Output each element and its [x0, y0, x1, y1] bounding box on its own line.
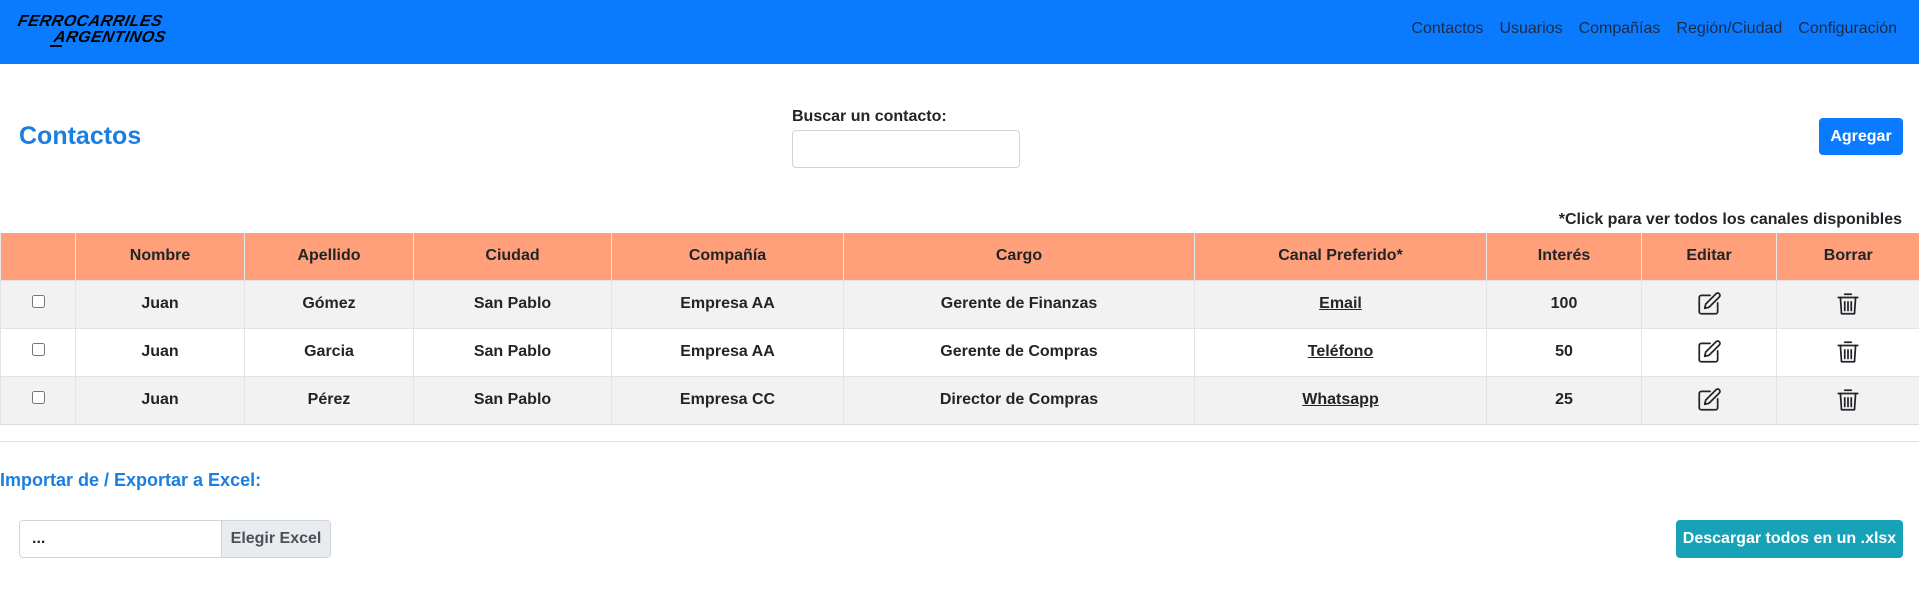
table-header-row: Nombre Apellido Ciudad Compañía Cargo Ca…: [0, 233, 1919, 280]
cell-compania: Empresa AA: [611, 327, 844, 376]
cell-ciudad: San Pablo: [413, 279, 612, 328]
navbar: FERROCARRILES ARGENTINOS Contactos Usuar…: [0, 0, 1919, 64]
trash-icon[interactable]: [1835, 291, 1861, 317]
channel-link[interactable]: Whatsapp: [1302, 391, 1378, 408]
header-nombre: Nombre: [75, 233, 245, 280]
choose-excel-button[interactable]: Elegir Excel: [221, 521, 330, 557]
table-row: Juan Pérez San Pablo Empresa CC Director…: [0, 375, 1919, 425]
channels-hint: *Click para ver todos los canales dispon…: [1558, 211, 1902, 228]
row-checkbox[interactable]: [31, 343, 45, 356]
cell-interes: 100: [1486, 279, 1642, 328]
section-divider: [0, 441, 1919, 442]
cell-nombre: Juan: [75, 279, 245, 328]
file-name-field[interactable]: ...: [20, 521, 221, 557]
cell-compania: Empresa CC: [611, 375, 844, 425]
search-input[interactable]: [792, 130, 1020, 168]
nav-link-contactos[interactable]: Contactos: [1411, 20, 1483, 38]
row-checkbox[interactable]: [31, 391, 45, 404]
download-xlsx-button[interactable]: Descargar todos en un .xlsx: [1676, 520, 1903, 558]
excel-section-title: Importar de / Exportar a Excel:: [0, 470, 262, 490]
header-select: [0, 233, 76, 280]
header-interes: Interés: [1486, 233, 1642, 280]
add-contact-button[interactable]: Agregar: [1819, 118, 1903, 155]
cell-interes: 25: [1486, 375, 1642, 425]
cell-nombre: Juan: [75, 375, 245, 425]
edit-icon[interactable]: [1696, 339, 1722, 365]
trash-icon[interactable]: [1835, 339, 1861, 365]
cell-interes: 50: [1486, 327, 1642, 376]
cell-apellido: Gómez: [244, 279, 414, 328]
header-compania: Compañía: [611, 233, 844, 280]
cell-cargo: Gerente de Finanzas: [843, 279, 1195, 328]
nav-links: Contactos Usuarios Compañías Región/Ciud…: [1411, 20, 1897, 38]
cell-ciudad: San Pablo: [413, 327, 612, 376]
header-ciudad: Ciudad: [413, 233, 612, 280]
channel-link[interactable]: Email: [1319, 295, 1362, 312]
cell-apellido: Garcia: [244, 327, 414, 376]
edit-icon[interactable]: [1696, 387, 1722, 413]
search-label: Buscar un contacto:: [792, 108, 947, 125]
cell-cargo: Gerente de Compras: [843, 327, 1195, 376]
logo-line-2: ARGENTINOS: [52, 29, 168, 46]
header-editar: Editar: [1641, 233, 1777, 280]
table-row: Juan Garcia San Pablo Empresa AA Gerente…: [0, 327, 1919, 376]
channel-link[interactable]: Teléfono: [1308, 343, 1373, 360]
contacts-table: Nombre Apellido Ciudad Compañía Cargo Ca…: [0, 233, 1919, 425]
header-apellido: Apellido: [244, 233, 414, 280]
ferrocarriles-argentinos-logo[interactable]: FERROCARRILES ARGENTINOS: [16, 10, 168, 50]
nav-link-companias[interactable]: Compañías: [1579, 20, 1661, 38]
row-checkbox[interactable]: [31, 295, 45, 308]
cell-apellido: Pérez: [244, 375, 414, 425]
table-row: Juan Gómez San Pablo Empresa AA Gerente …: [0, 279, 1919, 328]
page-title: Contactos: [19, 122, 142, 150]
header-borrar: Borrar: [1776, 233, 1919, 280]
nav-link-configuracion[interactable]: Configuración: [1798, 20, 1897, 38]
trash-icon[interactable]: [1835, 387, 1861, 413]
header-canal-preferido: Canal Preferido*: [1194, 233, 1487, 280]
excel-file-picker[interactable]: ... Elegir Excel: [19, 520, 331, 558]
nav-link-region-ciudad[interactable]: Región/Ciudad: [1676, 20, 1782, 38]
header-cargo: Cargo: [843, 233, 1195, 280]
nav-link-usuarios[interactable]: Usuarios: [1499, 20, 1562, 38]
cell-compania: Empresa AA: [611, 279, 844, 328]
cell-ciudad: San Pablo: [413, 375, 612, 425]
cell-cargo: Director de Compras: [843, 375, 1195, 425]
cell-nombre: Juan: [75, 327, 245, 376]
edit-icon[interactable]: [1696, 291, 1722, 317]
